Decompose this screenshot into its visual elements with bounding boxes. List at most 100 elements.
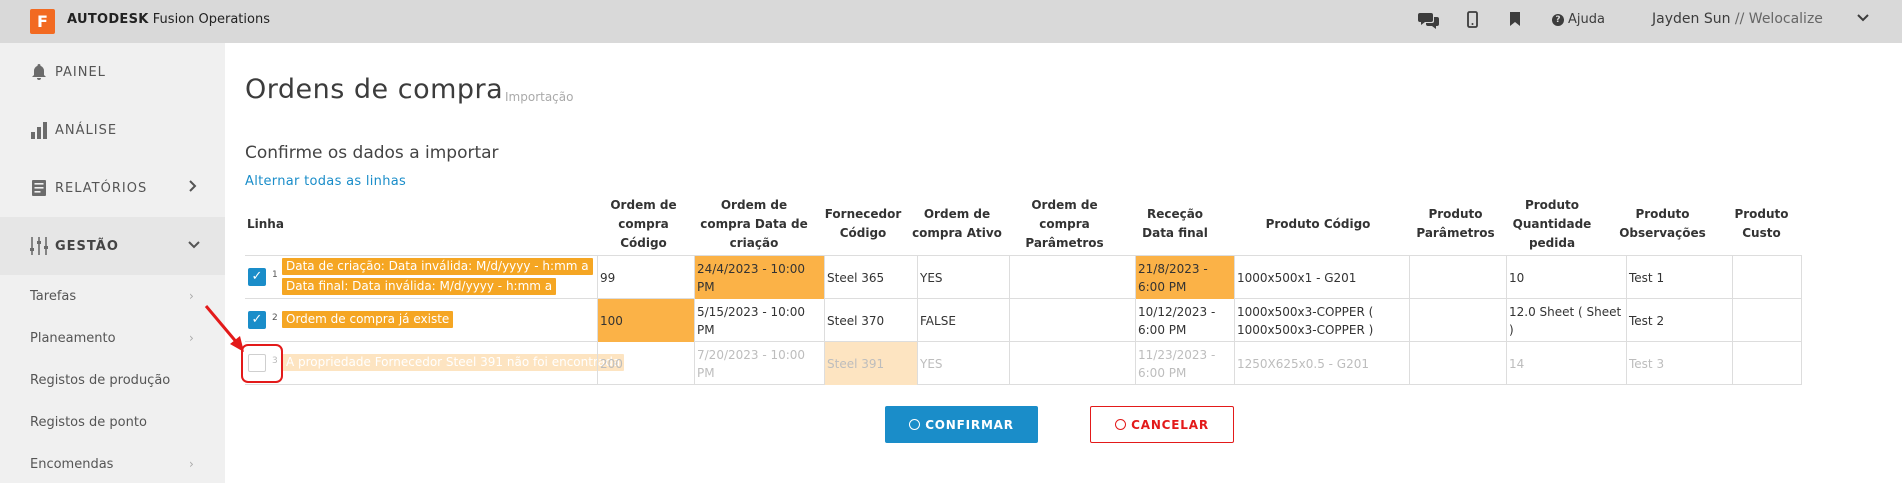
column-header: Receção Data final (1142, 207, 1208, 240)
table-cell: 5/15/2023 - 10:00 PM (694, 299, 824, 342)
column-header: Ordem de compra Ativo (912, 207, 1002, 240)
user-menu[interactable]: Jayden Sun // Welocalize (1652, 11, 1823, 27)
table-cell: 100 (597, 299, 694, 342)
table-cell: Test 1 (1626, 256, 1732, 299)
sidebar-item-planeamento[interactable]: Planeamento › (0, 317, 225, 359)
cancel-label: CANCELAR (1131, 417, 1209, 432)
mobile-icon[interactable] (1467, 11, 1478, 33)
sidebar: PAINEL ANÁLISE RELATÓRIOS GESTÃO Tarefas… (0, 43, 225, 483)
table-body: ✓ 1 Data de criação: Data inválida: M/d/… (241, 255, 1802, 385)
chevron-right-icon: › (189, 289, 194, 303)
row-line-cell: 3 A propriedade Fornecedor Steel 391 não… (241, 342, 625, 385)
table-cell: 24/4/2023 - 10:00 PM (694, 256, 824, 299)
sidebar-item-label: GESTÃO (55, 238, 119, 254)
confirm-button[interactable]: CONFIRMAR (885, 406, 1038, 443)
confirm-label: CONFIRMAR (925, 417, 1014, 432)
app-brand: AUTODESK Fusion Operations (67, 12, 270, 27)
sidebar-item-label: Registos de ponto (30, 414, 147, 430)
user-name: Jayden Sun (1652, 11, 1731, 27)
table-cell: YES (917, 342, 1009, 385)
brand-bold: AUTODESK (67, 12, 149, 27)
sidebar-item-label: Tarefas (30, 288, 77, 304)
row-line-cell: ✓ 1 Data de criação: Data inválida: M/d/… (245, 256, 597, 299)
table-row: 3 A propriedade Fornecedor Steel 391 não… (241, 342, 1802, 385)
sidebar-item-tarefas[interactable]: Tarefas › (0, 275, 225, 317)
table-cell: Steel 370 (824, 299, 917, 342)
sidebar-item-label: Registos de produção (30, 372, 171, 388)
sidebar-item-label: Encomendas (30, 456, 114, 472)
row-number: 1 (272, 270, 278, 280)
user-separator: // (1730, 11, 1749, 27)
sidebar-item-label: Planeamento (30, 330, 116, 346)
bell-icon (28, 61, 50, 83)
bar-chart-icon (28, 119, 50, 141)
table-cell: 10/12/2023 - 6:00 PM (1135, 299, 1234, 342)
row-checkbox[interactable]: ✓ (248, 268, 266, 286)
sidebar-item-label: ANÁLISE (55, 122, 118, 138)
table-row: ✓ 1 Data de criação: Data inválida: M/d/… (245, 256, 1802, 299)
help-icon: ? (1552, 13, 1564, 26)
chat-icon[interactable] (1418, 11, 1440, 34)
top-bar: F AUTODESK Fusion Operations ? Ajuda Jay… (0, 0, 1902, 43)
table-cell (1409, 342, 1506, 385)
error-badge: A propriedade Fornecedor Steel 391 não f… (282, 354, 625, 371)
help-link[interactable]: ? Ajuda (1552, 12, 1605, 27)
annotation-arrow-icon (204, 305, 244, 352)
column-header: Produto Observações (1619, 207, 1706, 240)
column-header: Fornecedor Código (824, 207, 902, 240)
user-org: Welocalize (1748, 11, 1823, 27)
app-logo[interactable]: F (30, 9, 55, 34)
table-cell: 99 (597, 256, 694, 299)
table-cell: 1250X625x0.5 - G201 (1234, 342, 1409, 385)
table-cell (1009, 256, 1135, 299)
sidebar-item-analise[interactable]: ANÁLISE (0, 101, 225, 159)
confirm-icon (909, 419, 921, 430)
table-cell: 21/8/2023 - 6:00 PM (1135, 256, 1234, 299)
sliders-icon (28, 235, 50, 257)
table-row: ✓ 2 Ordem de compra já existe 100 5/15/2… (245, 299, 1802, 342)
table-cell: 11/23/2023 - 6:00 PM (1135, 342, 1234, 385)
cancel-button[interactable]: CANCELAR (1090, 406, 1234, 443)
table-cell (1009, 299, 1135, 342)
error-badge: Data de criação: Data inválida: M/d/yyyy… (282, 258, 593, 275)
table-cell: 1000x500x3-COPPER ( 1000x500x3-COPPER ) (1234, 299, 1409, 342)
row-line-cell: ✓ 2 Ordem de compra já existe (245, 299, 597, 342)
chevron-right-icon (188, 180, 198, 196)
sidebar-item-label: RELATÓRIOS (55, 180, 148, 196)
row-checkbox[interactable]: ✓ (248, 311, 266, 329)
column-header: Ordem de compra Código (610, 197, 677, 250)
error-badge: Ordem de compra já existe (282, 311, 454, 328)
chevron-down-icon[interactable] (1856, 10, 1870, 28)
sidebar-item-registos-ponto[interactable]: Registos de ponto (0, 401, 225, 443)
page-subtitle: Importação (505, 90, 574, 104)
row-number: 2 (272, 313, 278, 323)
bookmark-icon[interactable] (1510, 11, 1520, 31)
page-title: Ordens de compra (245, 74, 504, 105)
table-cell (1409, 299, 1506, 342)
sidebar-item-registos-producao[interactable]: Registos de produção (0, 359, 225, 401)
table-cell: Test 3 (1626, 342, 1732, 385)
section-title: Confirme os dados a importar (245, 143, 499, 163)
sidebar-item-label: PAINEL (55, 64, 106, 80)
table-cell (1732, 342, 1802, 385)
table-cell (1409, 256, 1506, 299)
table-cell: 7/20/2023 - 10:00 PM (694, 342, 824, 385)
table-cell (1009, 342, 1135, 385)
help-label: Ajuda (1568, 12, 1605, 27)
brand-rest: Fusion Operations (148, 12, 270, 27)
column-header: Linha (247, 216, 284, 231)
sidebar-item-gestao[interactable]: GESTÃO (0, 217, 225, 275)
chevron-down-icon (188, 239, 200, 254)
table-cell (1732, 299, 1802, 342)
table-cell: 12.0 Sheet ( Sheet ) (1506, 299, 1626, 342)
toggle-all-rows-link[interactable]: Alternar todas as linhas (245, 174, 406, 189)
column-header: Ordem de compra Data de criação (700, 197, 808, 250)
sidebar-item-painel[interactable]: PAINEL (0, 43, 225, 101)
sidebar-item-relatorios[interactable]: RELATÓRIOS (0, 159, 225, 217)
column-header: Produto Código (1265, 216, 1371, 231)
chevron-right-icon: › (189, 331, 194, 345)
table-cell: Test 2 (1626, 299, 1732, 342)
sidebar-item-encomendas[interactable]: Encomendas › (0, 443, 225, 485)
table-cell: Steel 365 (824, 256, 917, 299)
table-cell: 200 (597, 342, 694, 385)
